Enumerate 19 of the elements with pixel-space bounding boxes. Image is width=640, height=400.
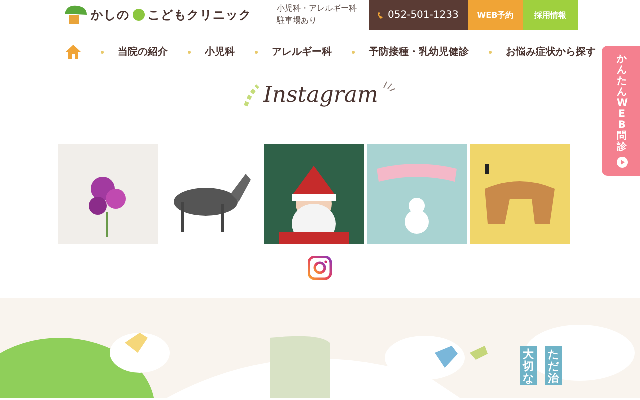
clinic-info-text: 小児科・アレルギー科 xyxy=(277,3,358,15)
vertical-heading: 大切な xyxy=(520,346,537,386)
phone-icon xyxy=(377,10,384,20)
phone-number: 052-501-1233 xyxy=(388,10,459,20)
vertical-heading: ただ治 xyxy=(545,346,562,386)
logo-text: こどもクリニック xyxy=(148,6,252,24)
nav-link[interactable]: 小児科 xyxy=(205,45,235,59)
nav-link[interactable]: お悩み症状から探す xyxy=(506,45,596,59)
tree-logo-icon xyxy=(63,4,89,26)
nav-link[interactable]: 当院の紹介 xyxy=(118,45,168,59)
section-title: Instagram xyxy=(264,82,378,110)
clinic-info-text: 駐車場あり xyxy=(277,15,318,27)
nav-link[interactable]: アレルギー科 xyxy=(272,45,332,59)
nav-link[interactable]: 予防接種・乳幼児健診 xyxy=(369,45,469,59)
logo-text: かしの xyxy=(91,6,130,24)
play-icon xyxy=(616,157,628,168)
instagram-icon[interactable] xyxy=(308,256,332,280)
sparkle-decoration-icon xyxy=(382,80,396,92)
phone-button[interactable]: 052-501-1233 xyxy=(369,0,468,30)
